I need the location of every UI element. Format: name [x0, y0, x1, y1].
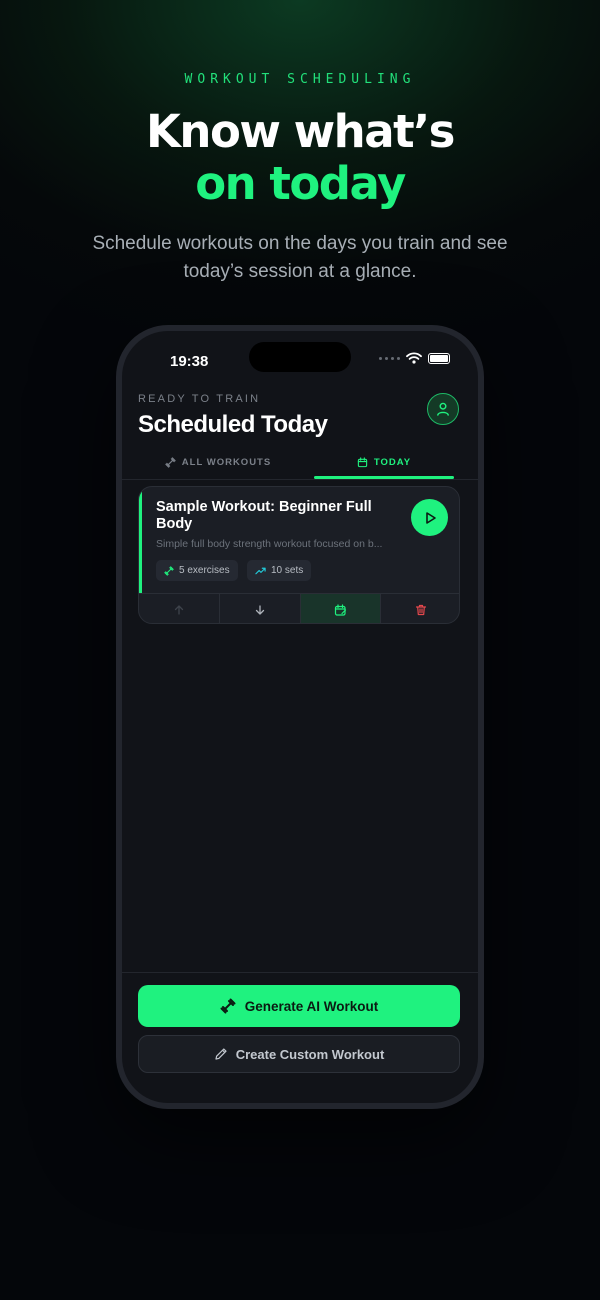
workout-card[interactable]: Sample Workout: Beginner Full Body Simpl… [138, 486, 460, 624]
app-screen: 19:38 READY TO TRAIN Scheduled Today ALL… [122, 331, 478, 1103]
set-count-label: 10 sets [271, 565, 304, 576]
dumbbell-icon [220, 998, 236, 1014]
page-title: Scheduled Today [138, 411, 328, 438]
move-up-button[interactable] [139, 594, 220, 623]
move-down-button[interactable] [220, 594, 301, 623]
tab-today-label: TODAY [373, 456, 412, 468]
signal-dots-icon [379, 356, 400, 360]
headline-line-2: on today [195, 157, 406, 210]
start-workout-button[interactable] [411, 499, 448, 536]
dynamic-island [249, 342, 351, 372]
battery-icon [428, 352, 450, 364]
promo-subhead: Schedule workouts on the days you train … [92, 233, 508, 282]
tab-all-workouts-label: ALL WORKOUTS [181, 456, 272, 468]
workout-tabs: ALL WORKOUTS TODAY [122, 447, 478, 480]
schedule-button[interactable] [300, 594, 382, 623]
bottom-divider [122, 972, 478, 973]
generate-ai-workout-button[interactable]: Generate AI Workout [138, 985, 460, 1027]
headline-line-1: Know what’s [146, 105, 455, 158]
play-icon [425, 511, 436, 524]
trending-up-icon [255, 567, 266, 574]
user-icon [437, 402, 449, 416]
header-eyebrow: READY TO TRAIN [138, 393, 261, 405]
wifi-icon [406, 352, 422, 364]
card-accent-bar [139, 487, 142, 593]
promo-eyebrow: WORKOUT SCHEDULING [184, 72, 416, 87]
tab-all-workouts[interactable]: ALL WORKOUTS [122, 447, 314, 477]
create-custom-workout-button[interactable]: Create Custom Workout [138, 1035, 460, 1073]
tab-today[interactable]: TODAY [314, 447, 454, 477]
exercise-count-label: 5 exercises [179, 565, 230, 576]
arrow-up-icon [174, 605, 184, 615]
promo-headline: Know what’s on today [0, 106, 600, 210]
workout-description: Simple full body strength workout focuse… [156, 538, 383, 550]
trash-icon [416, 604, 427, 616]
set-count-badge: 10 sets [247, 560, 312, 581]
dumbbell-icon [165, 456, 176, 468]
generate-ai-workout-label: Generate AI Workout [244, 998, 379, 1014]
active-tab-indicator [314, 476, 454, 479]
delete-button[interactable] [381, 594, 459, 623]
profile-button[interactable] [427, 393, 459, 425]
calendar-edit-icon [334, 603, 346, 616]
status-time: 19:38 [170, 353, 209, 370]
phone-frame: 19:38 READY TO TRAIN Scheduled Today ALL… [116, 325, 484, 1109]
arrow-down-icon [255, 605, 264, 615]
workout-title: Sample Workout: Beginner Full Body [156, 499, 372, 532]
exercise-count-badge: 5 exercises [156, 560, 238, 581]
card-action-bar [139, 593, 459, 623]
create-custom-workout-label: Create Custom Workout [235, 1046, 385, 1062]
pencil-icon [215, 1048, 227, 1060]
status-icons [379, 352, 450, 364]
dumbbell-icon [164, 565, 174, 576]
calendar-icon [357, 456, 368, 467]
